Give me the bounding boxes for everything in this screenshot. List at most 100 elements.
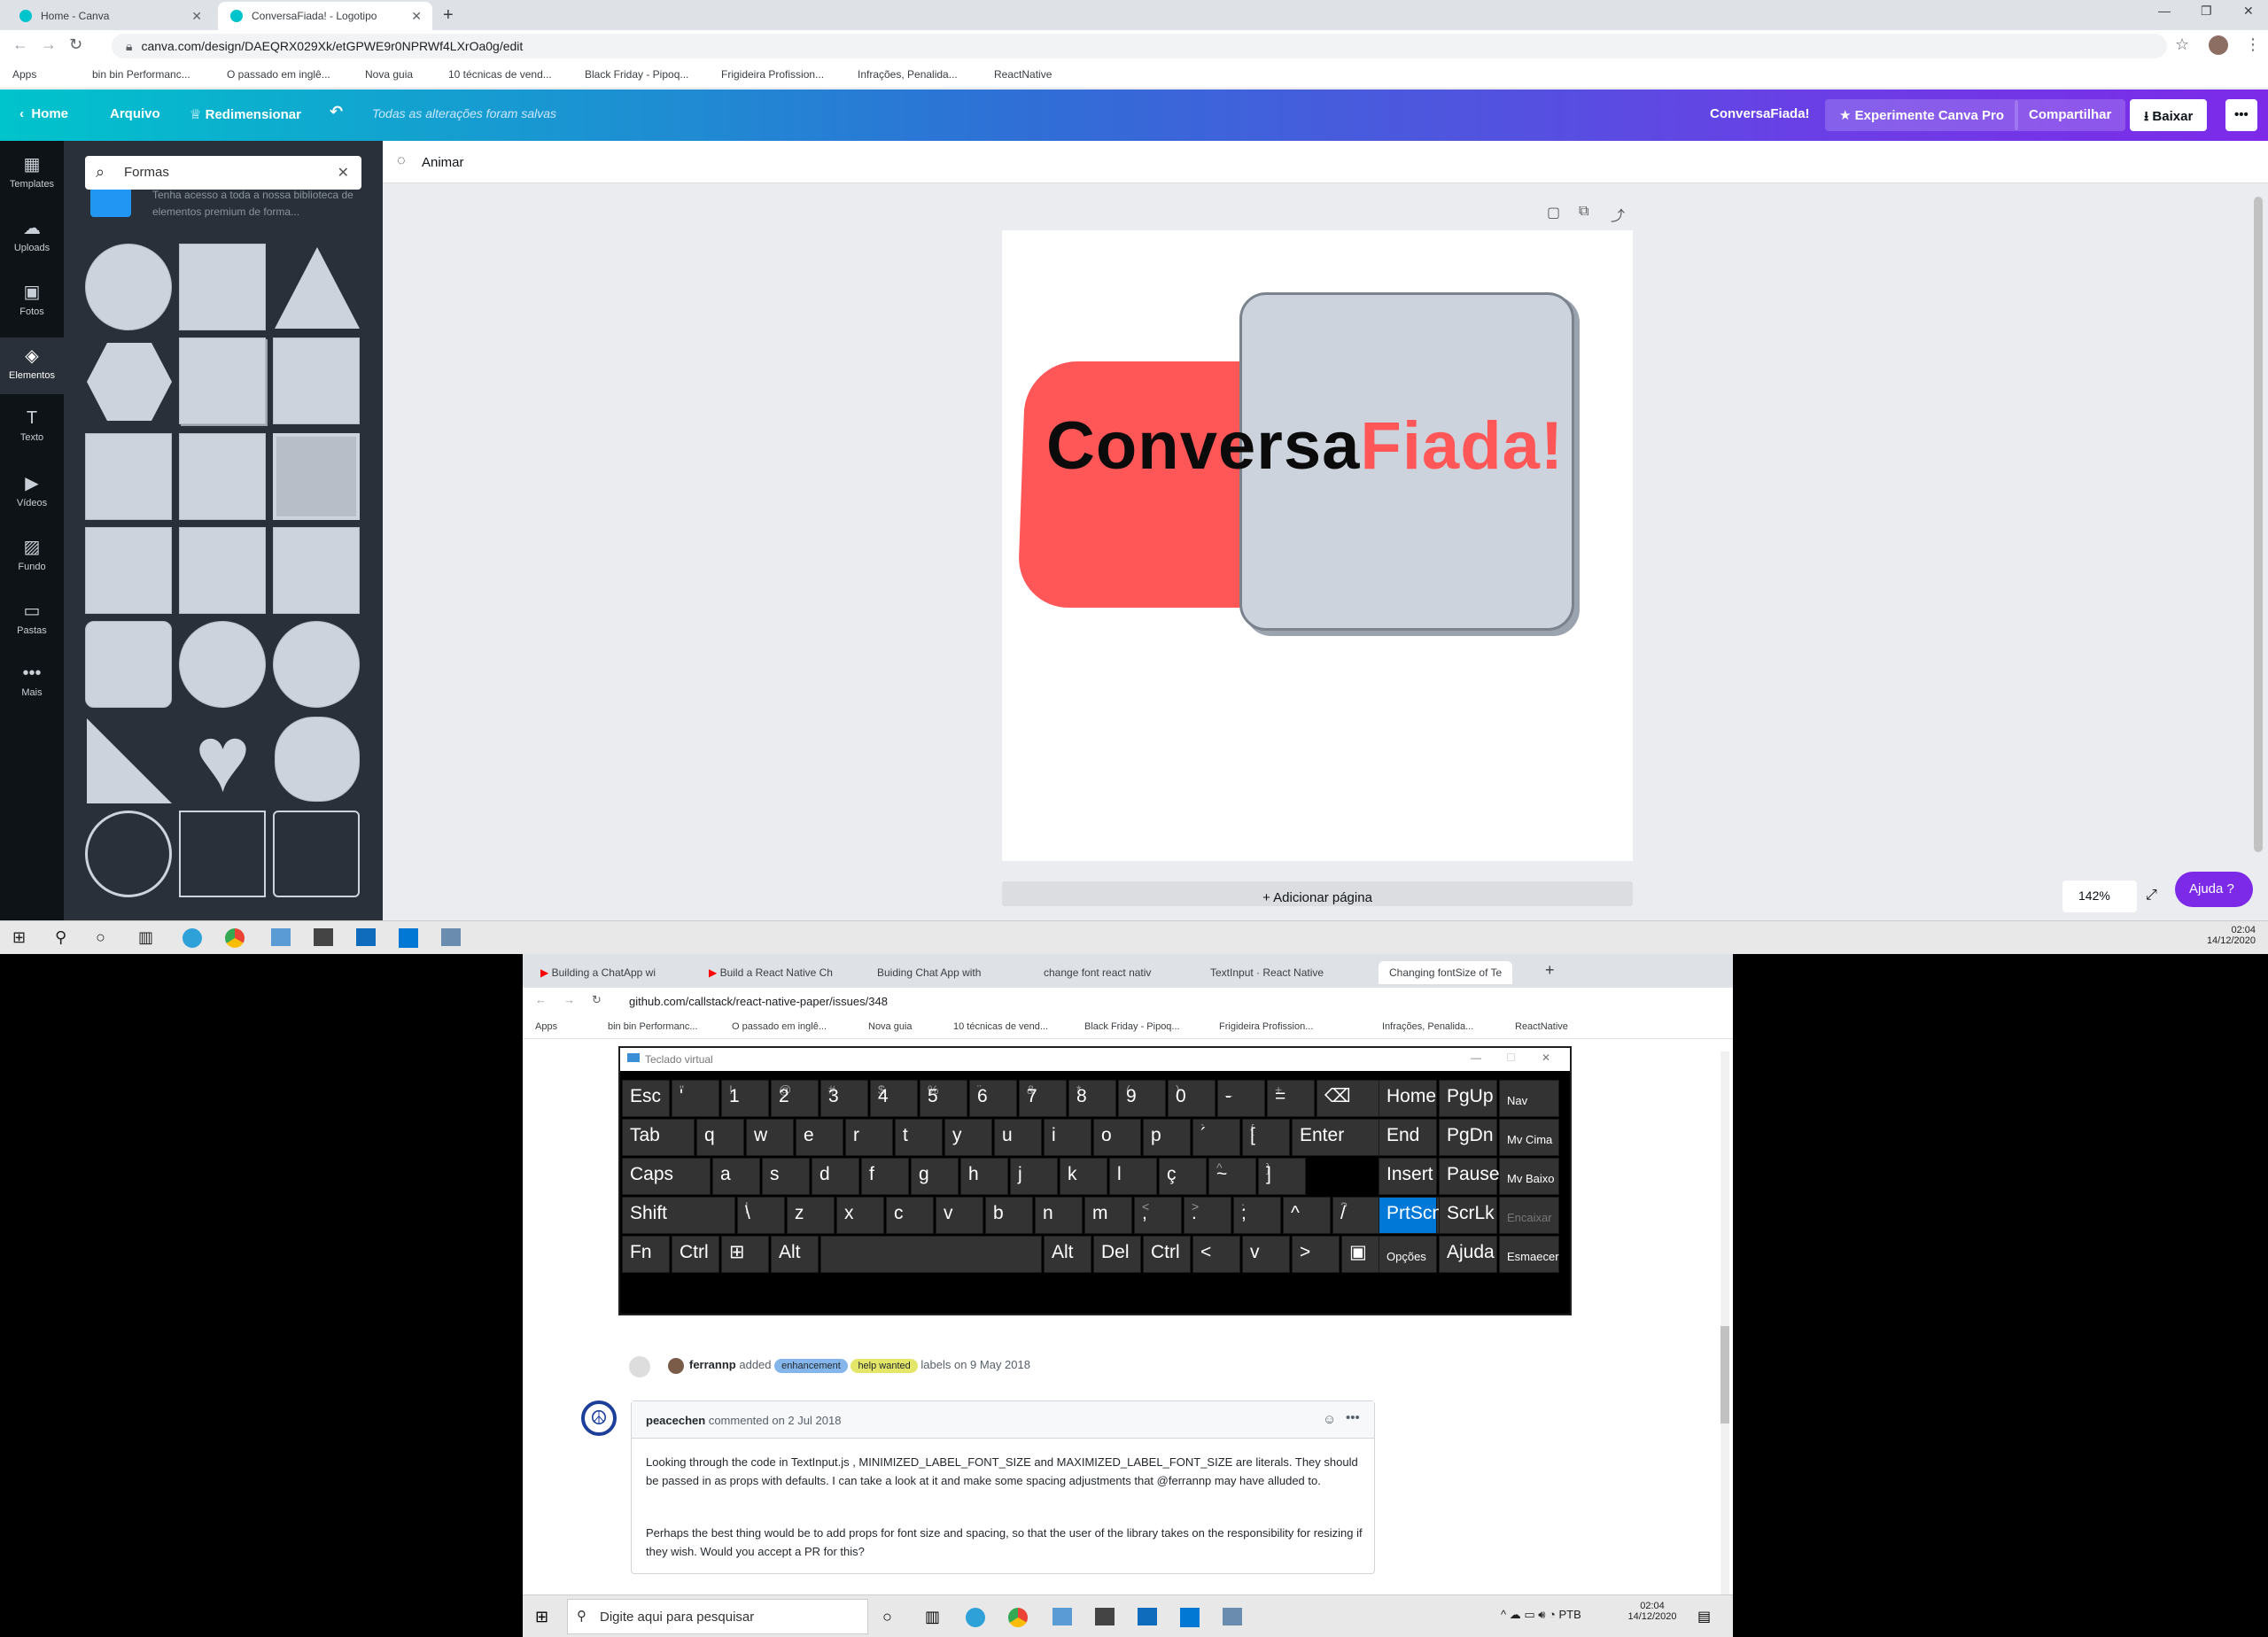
- vscode-icon[interactable]: [1180, 1608, 1200, 1627]
- tab-4[interactable]: change font react nativ: [1044, 966, 1151, 979]
- peace-avatar[interactable]: ☮: [581, 1400, 617, 1436]
- url-input[interactable]: 🔒︎ canva.com/design/DAEQRX029Xk/etGPWE9r0…: [112, 34, 2167, 58]
- bookmark-6[interactable]: Frigideira Profission...: [1219, 1021, 1313, 1032]
- key-2-2[interactable]: s: [762, 1158, 810, 1195]
- key-4-0[interactable]: Fn: [622, 1236, 670, 1273]
- shape-framed-square[interactable]: [273, 433, 360, 520]
- close-icon[interactable]: ✕: [1542, 1051, 1550, 1064]
- key-2-3[interactable]: d: [812, 1158, 859, 1195]
- back-icon[interactable]: ←: [12, 35, 28, 54]
- key-2-12[interactable]: }]: [1258, 1158, 1306, 1195]
- mail-icon[interactable]: [1138, 1608, 1157, 1625]
- new-tab-icon[interactable]: +: [1545, 961, 1555, 980]
- cortana-icon[interactable]: ○: [96, 928, 105, 947]
- tab-5[interactable]: TextInput · React Native: [1210, 966, 1324, 979]
- animate-button[interactable]: Animar: [422, 155, 464, 170]
- key-2-6[interactable]: h: [960, 1158, 1008, 1195]
- nav-key-0-2[interactable]: Nav: [1499, 1080, 1559, 1117]
- forward-icon[interactable]: →: [41, 35, 57, 54]
- key-3-8[interactable]: m: [1084, 1197, 1132, 1234]
- event-user-link[interactable]: ferrannp: [689, 1358, 736, 1371]
- key-2-10[interactable]: ç: [1159, 1158, 1207, 1195]
- close-tab-icon[interactable]: ✕: [411, 9, 422, 24]
- download-button[interactable]: ⭳ Baixar: [2130, 99, 2208, 131]
- nav-key-4-1[interactable]: Ajuda: [1439, 1236, 1497, 1273]
- bookmark-4[interactable]: 10 técnicas de vend...: [953, 1021, 1048, 1032]
- bookmark-5[interactable]: Black Friday - Pipoq...: [1084, 1021, 1180, 1032]
- rail-uploads[interactable]: ☁ Uploads: [0, 217, 64, 253]
- mail-icon[interactable]: [356, 928, 376, 946]
- key-0-8[interactable]: & 7: [1019, 1080, 1067, 1117]
- shape-circle-3[interactable]: [273, 621, 360, 708]
- bookmark-3[interactable]: Nova guia: [365, 68, 413, 81]
- add-page-icon[interactable]: ⤴: [1611, 204, 1625, 225]
- key-1-7[interactable]: u: [994, 1119, 1042, 1156]
- help-button[interactable]: Ajuda ?: [2175, 872, 2253, 907]
- key-2-1[interactable]: a: [712, 1158, 760, 1195]
- edge-icon[interactable]: [966, 1608, 985, 1627]
- nav-key-2-2[interactable]: Mv Baixo: [1499, 1158, 1559, 1195]
- shape-rounded-outline[interactable]: [273, 811, 360, 897]
- rail-elements[interactable]: ◈ Elementos: [0, 337, 64, 394]
- key-4-4[interactable]: [820, 1236, 1042, 1273]
- nav-key-4-2[interactable]: Esmaecer: [1499, 1236, 1559, 1273]
- rail-more[interactable]: ••• Mais: [0, 663, 64, 698]
- nav-key-0-0[interactable]: Home: [1379, 1080, 1437, 1117]
- key-3-11[interactable]: :;: [1233, 1197, 1281, 1234]
- logo-text[interactable]: ConversaFiada!: [1046, 407, 1564, 485]
- key-0-4[interactable]: #3: [820, 1080, 868, 1117]
- shape-square-4[interactable]: [85, 527, 172, 614]
- label-help-wanted[interactable]: help wanted: [850, 1359, 918, 1373]
- key-4-2[interactable]: ⊞: [721, 1236, 769, 1273]
- key-3-3[interactable]: x: [836, 1197, 884, 1234]
- key-0-9[interactable]: * 8: [1068, 1080, 1116, 1117]
- emoji-icon[interactable]: ☺: [1323, 1412, 1336, 1427]
- fullscreen-icon[interactable]: ⤢: [2137, 881, 2169, 912]
- close-tab-icon[interactable]: ✕: [191, 9, 202, 24]
- key-2-11[interactable]: ^ ~: [1208, 1158, 1256, 1195]
- key-3-2[interactable]: z: [787, 1197, 835, 1234]
- reload-icon[interactable]: ↻: [592, 993, 602, 1007]
- tab-home-canva[interactable]: Home - Canva ✕: [7, 2, 213, 30]
- explorer-icon[interactable]: [1052, 1608, 1072, 1625]
- duplicate-icon[interactable]: ⧉: [1579, 204, 1588, 220]
- key-1-10[interactable]: p: [1143, 1119, 1191, 1156]
- resize-button[interactable]: ♕ Redimensionar: [190, 106, 301, 122]
- taskbar-search-input[interactable]: ⚲ Digite aqui para pesquisar: [567, 1599, 868, 1634]
- bookmark-apps[interactable]: Apps: [12, 68, 36, 81]
- key-0-7[interactable]: ¨ 6: [969, 1080, 1017, 1117]
- file-menu[interactable]: Arquivo: [110, 106, 160, 121]
- shape-search-input[interactable]: ⌕ Formas ✕: [85, 156, 361, 190]
- key-4-6[interactable]: Del: [1093, 1236, 1141, 1273]
- star-icon[interactable]: ☆: [2175, 35, 2189, 54]
- bookmark-8[interactable]: ReactNative: [994, 68, 1052, 81]
- store-icon[interactable]: [1095, 1608, 1115, 1625]
- explorer-icon[interactable]: [271, 928, 291, 946]
- rail-templates[interactable]: ▦ Templates: [0, 153, 64, 190]
- key-1-4[interactable]: r: [845, 1119, 893, 1156]
- home-button[interactable]: ‹ Home: [19, 106, 68, 121]
- chrome-icon[interactable]: [1008, 1608, 1028, 1627]
- comment-user-link[interactable]: peacechen: [646, 1414, 705, 1427]
- windows-start-icon[interactable]: ⊞: [12, 928, 26, 947]
- key-3-9[interactable]: <,: [1134, 1197, 1182, 1234]
- app-icon[interactable]: [1223, 1608, 1242, 1625]
- scroll-thumb[interactable]: [1720, 1326, 1729, 1424]
- shape-heart[interactable]: ♥: [195, 712, 251, 806]
- red-shape[interactable]: [1017, 361, 1256, 608]
- note-icon[interactable]: ▢: [1547, 204, 1560, 221]
- key-3-6[interactable]: b: [985, 1197, 1033, 1234]
- nav-key-1-1[interactable]: PgDn: [1439, 1119, 1497, 1156]
- key-0-13[interactable]: + =: [1267, 1080, 1315, 1117]
- key-1-11[interactable]: ` ´: [1192, 1119, 1240, 1156]
- bookmark-5[interactable]: Black Friday - Pipoq...: [585, 68, 688, 81]
- shape-badge[interactable]: [275, 717, 360, 802]
- shape-square-6[interactable]: [273, 527, 360, 614]
- key-0-2[interactable]: ! 1: [721, 1080, 769, 1117]
- tab-2[interactable]: ▶ Build a React Native Ch: [709, 966, 833, 979]
- avatar[interactable]: [2209, 35, 2228, 55]
- key-0-10[interactable]: (9: [1118, 1080, 1166, 1117]
- design-page[interactable]: ConversaFiada!: [1002, 230, 1633, 861]
- edge-icon[interactable]: [183, 928, 202, 948]
- more-options-icon[interactable]: •••: [1346, 1410, 1360, 1425]
